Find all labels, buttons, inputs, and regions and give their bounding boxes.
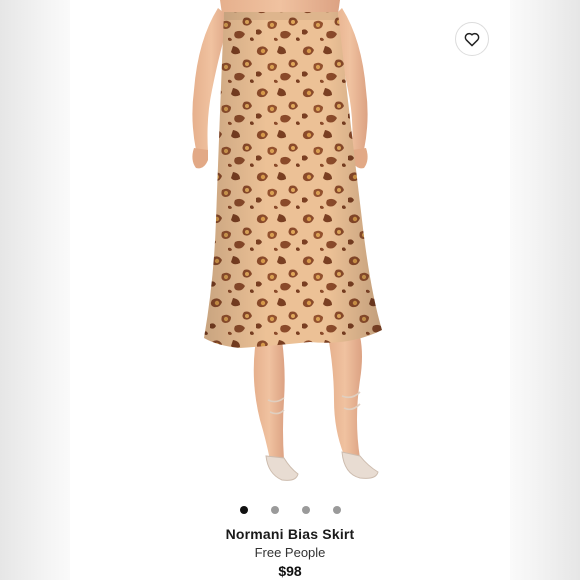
product-price: $98 [278,563,302,579]
carousel-dot-4[interactable] [332,506,341,514]
background-blur-right [510,0,580,580]
background-blur-left [0,0,70,580]
brand-name[interactable]: Free People [70,545,510,560]
product-card[interactable]: Normani Bias Skirt Free People $98 [70,0,510,580]
carousel-indicators [70,505,510,515]
carousel-dot-2[interactable] [270,506,279,514]
heart-outline-icon [464,32,480,47]
carousel-dot-1[interactable] [239,506,248,514]
product-name[interactable]: Normani Bias Skirt [70,526,510,542]
carousel-dot-3[interactable] [301,506,310,514]
product-image[interactable] [70,0,510,500]
wishlist-button[interactable] [455,22,489,56]
